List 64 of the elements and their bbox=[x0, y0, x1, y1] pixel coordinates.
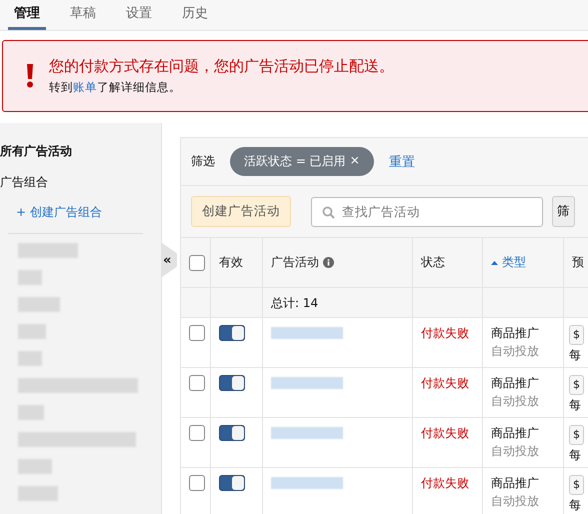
budget-field[interactable]: $ bbox=[569, 375, 584, 395]
billing-link[interactable]: 账单 bbox=[73, 80, 97, 94]
tab[interactable]: 管理 bbox=[8, 0, 46, 30]
checkbox[interactable] bbox=[189, 375, 205, 391]
toggle-switch[interactable] bbox=[219, 475, 245, 491]
toggle-switch[interactable] bbox=[219, 425, 245, 441]
tab[interactable]: 历史 bbox=[176, 0, 214, 30]
checkbox[interactable] bbox=[189, 254, 205, 270]
checkbox[interactable] bbox=[189, 325, 205, 341]
checkbox[interactable] bbox=[189, 425, 205, 441]
blurred-item-placeholder bbox=[18, 243, 78, 258]
blurred-item-placeholder bbox=[18, 270, 42, 285]
checkbox[interactable] bbox=[189, 475, 205, 491]
budget-field[interactable]: $ bbox=[569, 325, 584, 345]
alert-message: 您的付款方式存在问题，您的广告活动已停止配送。 bbox=[49, 57, 394, 76]
blurred-name-placeholder bbox=[271, 377, 343, 389]
blurred-item-placeholder bbox=[18, 405, 44, 420]
status-text: 付款失败 bbox=[421, 475, 470, 491]
sidebar-title[interactable]: 所有广告活动 bbox=[0, 143, 161, 160]
targeting-text: 自动投放 bbox=[491, 493, 540, 509]
budget-period: 每 bbox=[569, 447, 582, 463]
status-text: 付款失败 bbox=[421, 325, 470, 341]
toggle-switch[interactable] bbox=[219, 325, 245, 341]
info-icon bbox=[323, 257, 334, 268]
toggle-switch[interactable] bbox=[219, 375, 245, 391]
create-campaign-button[interactable]: 创建广告活动 bbox=[191, 196, 291, 227]
sort-up-icon bbox=[491, 260, 498, 264]
filter-label: 筛选 bbox=[191, 153, 215, 170]
targeting-text: 自动投放 bbox=[491, 443, 540, 459]
tab[interactable]: 设置 bbox=[120, 0, 158, 30]
exclamation-icon bbox=[25, 64, 35, 88]
type-text: 商品推广 bbox=[491, 325, 540, 341]
targeting-text: 自动投放 bbox=[491, 343, 540, 359]
search-field[interactable]: 查找广告活动 bbox=[311, 196, 543, 226]
blurred-item-placeholder bbox=[18, 324, 46, 339]
blurred-name-placeholder bbox=[271, 427, 343, 439]
budget-field[interactable]: $ bbox=[569, 425, 584, 445]
search-icon bbox=[322, 206, 335, 218]
filter-chip[interactable]: 活跃状态 = 已启用 × bbox=[230, 147, 374, 176]
status-text: 付款失败 bbox=[421, 375, 470, 391]
budget-field[interactable]: $ bbox=[569, 475, 584, 495]
blurred-item-placeholder bbox=[18, 486, 58, 501]
blurred-item-placeholder bbox=[18, 297, 60, 312]
targeting-text: 自动投放 bbox=[491, 393, 540, 409]
create-portfolio-link[interactable]: + 创建广告组合 bbox=[8, 204, 143, 234]
blurred-name-placeholder bbox=[271, 477, 343, 489]
budget-period: 每 bbox=[569, 347, 582, 363]
status-text: 付款失败 bbox=[421, 425, 470, 441]
budget-period: 每 bbox=[569, 397, 582, 413]
total-count: 总计: 14 bbox=[271, 294, 320, 310]
collapse-handle[interactable]: « bbox=[162, 243, 177, 277]
type-text: 商品推广 bbox=[491, 475, 540, 491]
tab[interactable]: 草稿 bbox=[64, 0, 102, 30]
alert-detail: 转到账单了解详细信息。 bbox=[49, 80, 182, 95]
type-text: 商品推广 bbox=[491, 425, 540, 441]
close-icon[interactable]: × bbox=[350, 153, 360, 170]
blurred-item-placeholder bbox=[18, 459, 52, 474]
sidebar-heading: 广告组合 bbox=[0, 174, 49, 191]
budget-period: 每 bbox=[569, 497, 582, 513]
type-text: 商品推广 bbox=[491, 375, 540, 391]
blurred-name-placeholder bbox=[271, 327, 343, 339]
filter-button[interactable]: 筛 bbox=[552, 196, 575, 227]
reset-link[interactable]: 重置 bbox=[388, 152, 415, 170]
blurred-item-placeholder bbox=[18, 351, 42, 366]
